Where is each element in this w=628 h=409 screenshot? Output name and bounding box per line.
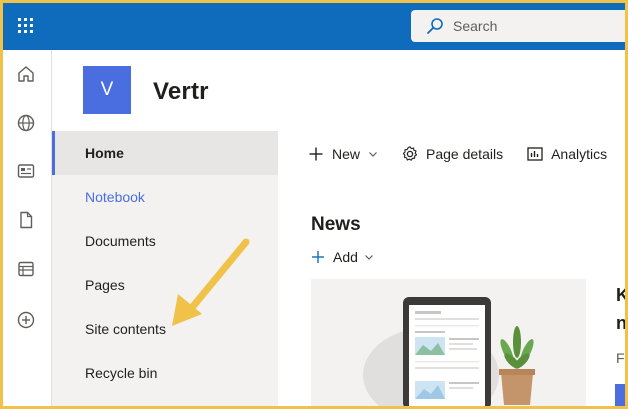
article-snippet: F — [616, 350, 625, 366]
rail-lists-button[interactable] — [6, 253, 46, 289]
news-placeholder-card[interactable] — [311, 279, 586, 409]
chevron-down-icon — [364, 252, 374, 262]
site-logo[interactable]: V — [83, 66, 131, 114]
nav-item-label: Documents — [85, 233, 156, 249]
home-icon — [16, 64, 36, 89]
article-heading-line2: n — [616, 313, 627, 333]
annotation-arrow-icon — [172, 238, 250, 326]
add-news-label: Add — [333, 249, 358, 265]
chevron-down-icon — [368, 149, 378, 159]
nav-item-home[interactable]: Home — [52, 131, 278, 175]
list-icon — [16, 259, 36, 284]
suite-header: Search — [0, 0, 628, 50]
news-icon — [16, 161, 36, 186]
nav-item-notebook[interactable]: Notebook — [52, 175, 278, 219]
plus-icon — [309, 248, 327, 266]
page-details-button[interactable]: Page details — [394, 136, 509, 172]
gear-icon — [400, 144, 420, 164]
app-bar — [0, 50, 52, 409]
globe-icon — [16, 113, 36, 138]
plus-icon — [306, 144, 326, 164]
new-button-label: New — [332, 146, 361, 162]
waffle-grid-icon — [17, 17, 33, 33]
rail-home-button[interactable] — [6, 58, 46, 94]
news-placeholder-illustration — [363, 297, 535, 409]
article-accent-bar — [615, 384, 628, 409]
rail-sites-button[interactable] — [6, 107, 46, 143]
rail-news-button[interactable] — [6, 155, 46, 191]
news-article-card-partial[interactable]: K n F — [612, 279, 628, 409]
article-heading-line1: K — [616, 285, 628, 305]
analytics-label: Analytics — [551, 146, 608, 162]
site-title[interactable]: Vertr — [153, 78, 209, 106]
nav-item-recycle-bin[interactable]: Recycle bin — [52, 351, 278, 395]
rail-create-button[interactable] — [6, 304, 46, 340]
new-button[interactable]: New — [300, 136, 384, 172]
command-bar: New Page details Analytics — [300, 136, 623, 172]
app-launcher-button[interactable] — [8, 8, 42, 42]
search-icon — [425, 16, 445, 36]
file-icon — [16, 210, 36, 235]
rail-files-button[interactable] — [6, 204, 46, 240]
add-news-button[interactable]: Add — [309, 246, 374, 268]
news-section-title: News — [311, 214, 361, 235]
search-box[interactable]: Search — [411, 10, 628, 42]
nav-item-label: Home — [85, 145, 124, 161]
plus-circle-icon — [16, 310, 36, 335]
nav-item-label: Notebook — [85, 189, 145, 205]
nav-item-label: Recycle bin — [85, 365, 158, 381]
analytics-icon — [525, 144, 545, 164]
nav-item-label: Pages — [85, 277, 125, 293]
site-logo-letter: V — [100, 79, 114, 100]
nav-item-label: Site contents — [85, 321, 166, 337]
analytics-button[interactable]: Analytics — [519, 136, 613, 172]
search-placeholder: Search — [453, 18, 498, 34]
page-details-label: Page details — [426, 146, 504, 162]
